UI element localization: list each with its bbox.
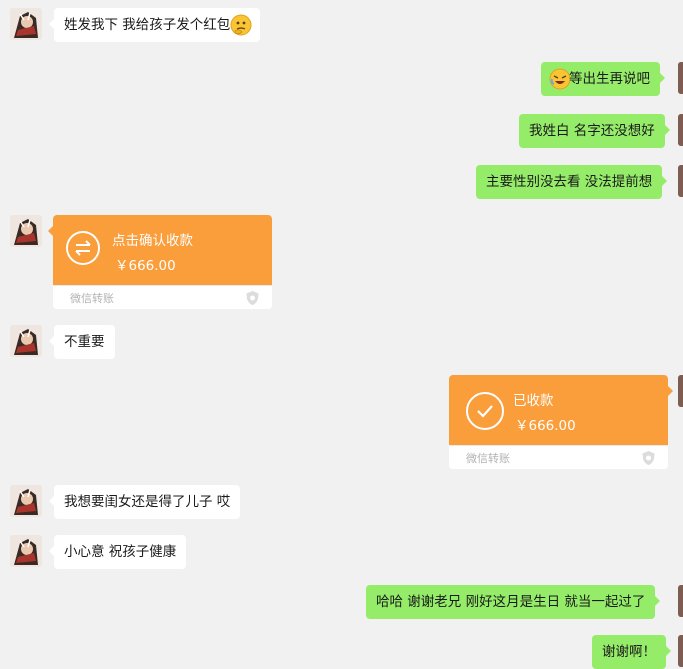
shield-icon <box>641 450 656 469</box>
transfer-amount: ￥666.00 <box>115 258 176 274</box>
my-avatar[interactable] <box>678 114 683 146</box>
my-avatar[interactable] <box>678 635 683 667</box>
message-bubble[interactable]: 等出生再说吧 <box>541 62 665 96</box>
transfer-card-header: 已收款 ￥666.00 <box>449 375 668 445</box>
transfer-card-footer: 微信转账 <box>449 445 668 469</box>
contact-avatar[interactable] <box>10 485 42 517</box>
transfer-arrows-icon <box>66 231 100 265</box>
transfer-title: 已收款 <box>513 393 554 409</box>
message-bubble[interactable]: 我想要闺女还是得了儿子 哎 <box>48 485 241 519</box>
transfer-card-footer: 微信转账 <box>53 285 272 309</box>
message-bubble[interactable]: 我姓白 名字还没想好 <box>519 114 670 148</box>
transfer-label: 微信转账 <box>466 452 510 465</box>
message-text: 哈哈 谢谢老兄 刚好这月是生日 就当一起过了 <box>376 594 646 610</box>
my-avatar[interactable] <box>678 165 683 197</box>
checkmark-icon <box>466 392 504 430</box>
my-avatar[interactable] <box>678 62 683 94</box>
transfer-amount: ￥666.00 <box>515 418 576 434</box>
transfer-card[interactable]: 已收款 ￥666.00 微信转账 <box>449 375 668 469</box>
message-text: 小心意 祝孩子健康 <box>64 544 177 560</box>
message-bubble[interactable]: 不重要 <box>49 325 115 359</box>
transfer-card-header: 点击确认收款 ￥666.00 <box>53 215 272 285</box>
transfer-label: 微信转账 <box>70 292 114 305</box>
message-bubble[interactable]: 主要性别没去看 没法提前想 <box>476 165 668 199</box>
transfer-title: 点击确认收款 <box>112 233 193 249</box>
message-bubble[interactable]: 姓发我下 我给孩子发个红包 <box>48 8 261 42</box>
message-text: 主要性别没去看 没法提前想 <box>486 174 653 190</box>
my-avatar[interactable] <box>678 585 683 617</box>
contact-avatar[interactable] <box>10 8 42 40</box>
shield-icon <box>245 290 260 309</box>
transfer-card[interactable]: 点击确认收款 ￥666.00 微信转账 <box>53 215 272 309</box>
message-text: 不重要 <box>64 334 105 350</box>
thinking-face-icon <box>230 14 252 35</box>
message-text: 我姓白 名字还没想好 <box>529 123 655 139</box>
bubble-tail <box>668 386 673 396</box>
contact-avatar[interactable] <box>10 215 42 247</box>
message-text: 我想要闺女还是得了儿子 哎 <box>64 494 231 510</box>
rolling-on-floor-laughing-icon <box>549 68 571 89</box>
my-avatar[interactable] <box>678 375 683 407</box>
message-bubble[interactable]: 谢谢啊！ <box>592 635 671 669</box>
message-bubble[interactable]: 哈哈 谢谢老兄 刚好这月是生日 就当一起过了 <box>366 585 661 619</box>
contact-avatar[interactable] <box>10 325 42 357</box>
message-bubble[interactable]: 小心意 祝孩子健康 <box>48 535 187 569</box>
contact-avatar[interactable] <box>10 535 42 567</box>
message-text: 谢谢啊！ <box>602 644 656 660</box>
message-text: 等出生再说吧 <box>569 71 650 87</box>
message-text: 姓发我下 我给孩子发个红包 <box>64 17 231 33</box>
